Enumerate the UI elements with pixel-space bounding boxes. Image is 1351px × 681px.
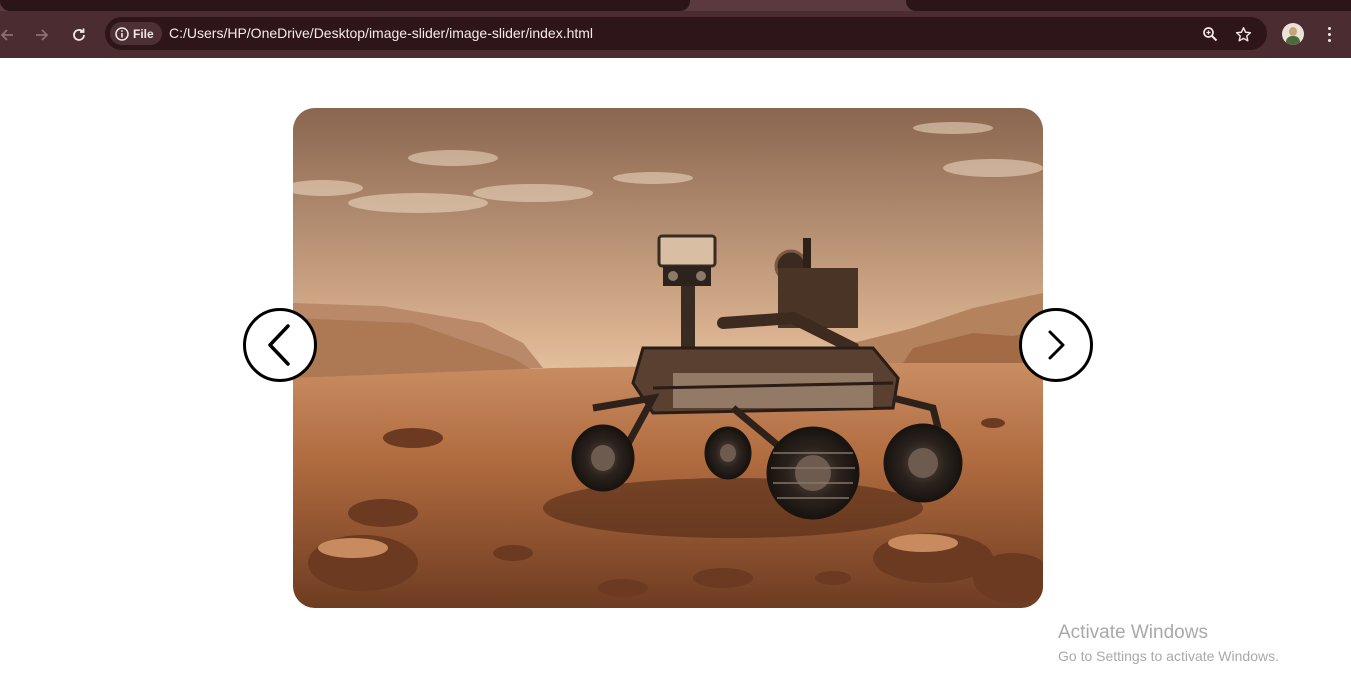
security-chip-label: File <box>133 26 154 41</box>
more-menu-icon[interactable] <box>1318 23 1340 45</box>
forward-button[interactable] <box>29 22 55 48</box>
watermark-title: Activate Windows <box>1058 622 1208 643</box>
reload-button[interactable] <box>66 22 92 48</box>
browser-tab[interactable] <box>906 0 1351 11</box>
site-info-chip[interactable]: File <box>110 22 162 45</box>
browser-toolbar: File C:/Users/HP/OneDrive/Desktop/image-… <box>0 11 1351 58</box>
info-icon <box>115 26 129 41</box>
zoom-button[interactable] <box>1200 24 1220 44</box>
bookmark-star-icon <box>1235 26 1251 42</box>
watermark-subtitle: Go to Settings to activate Windows. <box>1058 648 1279 664</box>
prev-slide-button[interactable] <box>243 308 317 382</box>
url-text[interactable]: C:/Users/HP/OneDrive/Desktop/image-slide… <box>169 25 593 41</box>
reload-icon <box>73 28 85 41</box>
activate-windows-watermark: Activate Windows Go to Settings to activ… <box>1058 622 1279 665</box>
bookmark-button[interactable] <box>1233 24 1253 44</box>
zoom-icon <box>1203 27 1218 42</box>
browser-tab[interactable] <box>0 0 690 11</box>
back-icon <box>0 29 13 41</box>
chevron-right-icon <box>1048 330 1065 360</box>
next-slide-button[interactable] <box>1019 308 1093 382</box>
forward-icon <box>36 29 49 41</box>
back-button[interactable] <box>0 22 20 48</box>
chevron-left-icon <box>268 324 290 366</box>
slider-image <box>293 108 1043 608</box>
profile-avatar[interactable] <box>1282 23 1304 45</box>
address-bar[interactable]: File C:/Users/HP/OneDrive/Desktop/image-… <box>105 17 1267 50</box>
